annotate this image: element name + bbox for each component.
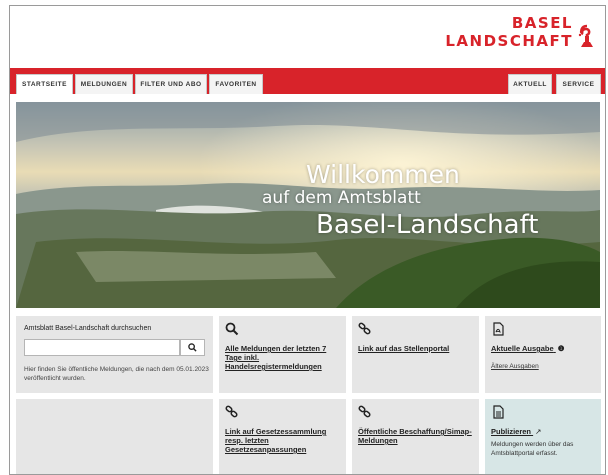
current-issue-link[interactable]: Aktuelle Ausgabe ❶ [491,344,564,353]
publish-description: Meldungen werden über das Amtsblattporta… [491,441,574,457]
all-messages-link[interactable]: Alle Meldungen der letzten 7 Tage inkl. … [225,344,341,371]
main-navigation: STARTSEITE MELDUNGEN FILTER UND ABO FAVO… [10,68,605,94]
procurement-link[interactable]: Öffentliche Beschaffung/Simap-Meldungen [358,427,474,445]
older-issues-link[interactable]: Ältere Ausgaben [491,362,539,371]
search-tile: Amtsblatt Basel-Landschaft durchsuchen H… [16,316,213,393]
tile-current-issue[interactable]: Aktuelle Ausgabe ❶ Ältere Ausgaben [485,316,601,393]
search-icon [188,343,197,352]
hero-title-line-3: Basel-Landschaft [316,210,539,240]
pdf-icon [493,322,504,336]
publish-label: Publizieren [491,427,532,436]
tile-procurement[interactable]: Öffentliche Beschaffung/Simap-Meldungen [352,399,479,474]
link-icon [225,405,238,418]
publish-link[interactable]: Publizieren ↗ [491,427,541,436]
site-header: BASEL LANDSCHAFT [10,6,605,68]
tab-aktuell[interactable]: AKTUELL [508,74,552,94]
job-portal-link[interactable]: Link auf das Stellenportal [358,344,474,353]
tab-service[interactable]: SERVICE [556,74,601,94]
hero-banner: Willkommen auf dem Amtsblatt Basel-Lands… [16,102,600,308]
search-input[interactable] [24,339,180,356]
tile-all-messages[interactable]: Alle Meldungen der letzten 7 Tage inkl. … [219,316,346,393]
link-icon [358,322,371,335]
logo-line-2: LANDSCHAFT [445,32,573,50]
basel-landschaft-logo[interactable]: BASEL LANDSCHAFT [445,14,597,50]
document-icon [493,405,504,419]
search-hint: Hier finden Sie öffentliche Meldungen, d… [24,366,209,382]
tab-filter-und-abo[interactable]: FILTER UND ABO [135,74,207,94]
bishop-staff-icon [578,24,593,47]
tile-job-portal[interactable]: Link auf das Stellenportal [352,316,479,393]
tile-law-collection[interactable]: Link auf Gesetzessammlung resp. letzten … [219,399,346,474]
tab-favoriten[interactable]: FAVORITEN [209,74,263,94]
tab-startseite[interactable]: STARTSEITE [16,74,73,94]
search-title: Amtsblatt Basel-Landschaft durchsuchen [24,325,152,332]
empty-tile [16,399,213,474]
current-issue-label: Aktuelle Ausgabe [491,344,554,353]
hero-title-line-1: Willkommen [306,160,460,189]
search-button[interactable] [180,339,205,356]
search-icon [225,322,239,336]
law-collection-link[interactable]: Link auf Gesetzessammlung resp. letzten … [225,427,341,454]
hero-title-line-2: auf dem Amtsblatt [262,188,421,208]
info-icon: ❶ [557,344,565,353]
tab-meldungen[interactable]: MELDUNGEN [75,74,133,94]
link-icon [358,405,371,418]
tile-publish[interactable]: Publizieren ↗ Meldungen werden über das … [485,399,601,474]
external-link-icon: ↗ [535,427,542,436]
browser-viewport: BASEL LANDSCHAFT STARTSEITE MELDUNGEN FI… [9,5,606,475]
logo-line-1: BASEL [511,14,573,32]
